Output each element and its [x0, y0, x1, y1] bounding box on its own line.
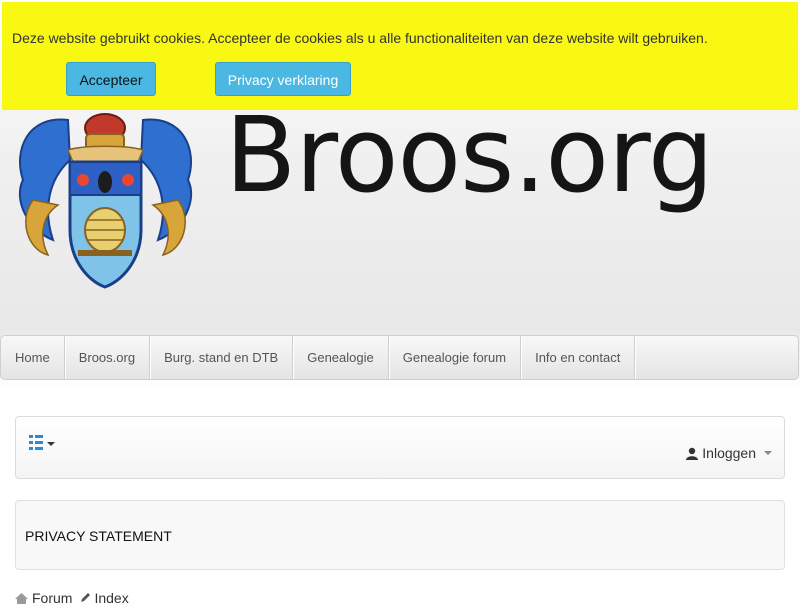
forum-toolbar: Inloggen — [15, 416, 785, 479]
accept-cookies-button[interactable]: Accepteer — [66, 62, 156, 96]
nav-item-genealogie-forum[interactable]: Genealogie forum — [389, 336, 522, 379]
chevron-down-icon — [764, 451, 772, 455]
main-navigation: Home Broos.org Burg. stand en DTB Geneal… — [0, 335, 799, 380]
breadcrumb-forum[interactable]: Forum — [32, 590, 72, 606]
breadcrumb-index[interactable]: Index — [94, 590, 128, 606]
nav-item-genealogie[interactable]: Genealogie — [293, 336, 389, 379]
list-icon — [29, 435, 55, 450]
nav-item-burg-stand-dtb[interactable]: Burg. stand en DTB — [150, 336, 294, 379]
privacy-statement-button[interactable]: Privacy verklaring — [215, 62, 351, 96]
nav-item-broos-org[interactable]: Broos.org — [65, 336, 151, 379]
page-title: PRIVACY STATEMENT — [25, 528, 172, 544]
cookie-consent-bar: Deze website gebruikt cookies. Accepteer… — [2, 2, 798, 110]
breadcrumb: Forum Index — [14, 590, 129, 606]
nav-item-info-contact[interactable]: Info en contact — [521, 336, 636, 379]
user-icon — [686, 447, 699, 460]
coat-of-arms-logo — [18, 113, 193, 289]
login-dropdown[interactable]: Inloggen — [686, 445, 772, 461]
menu-toggle-button[interactable] — [28, 433, 58, 453]
pencil-icon — [81, 593, 91, 602]
cookie-message: Deze website gebruikt cookies. Accepteer… — [12, 30, 708, 46]
privacy-statement-panel: PRIVACY STATEMENT — [15, 500, 785, 570]
nav-item-home[interactable]: Home — [1, 336, 65, 379]
login-label: Inloggen — [702, 445, 756, 461]
home-icon — [15, 592, 28, 604]
